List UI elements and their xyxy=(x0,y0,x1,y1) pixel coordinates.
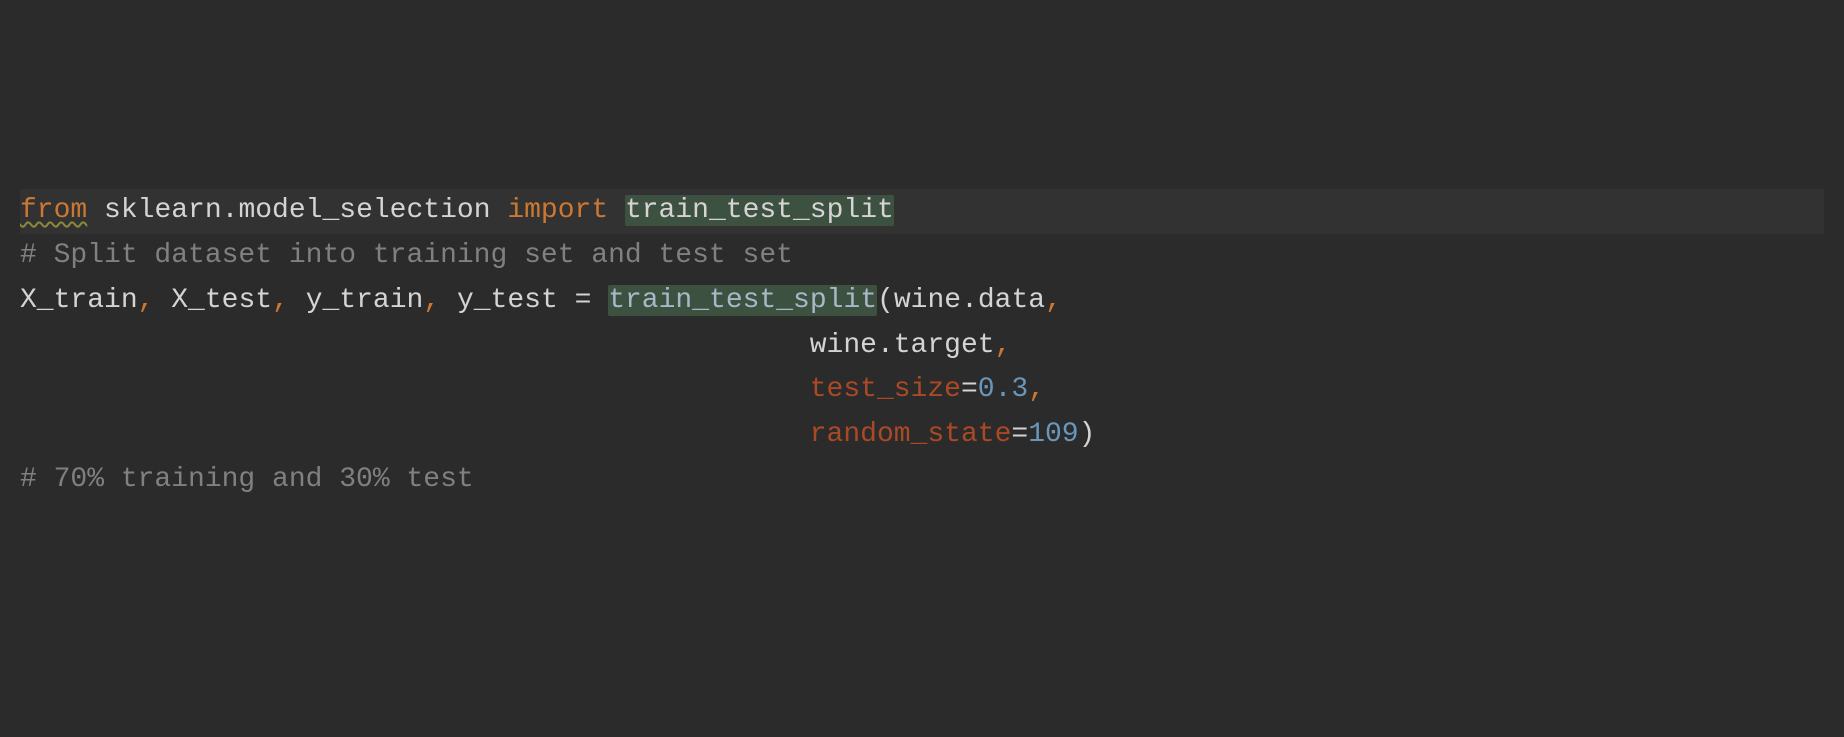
imported-symbol: train_test_split xyxy=(625,195,894,226)
variable: y_train xyxy=(306,285,424,316)
keyword-import: import xyxy=(507,195,608,226)
code-line-1[interactable]: from sklearn.model_selection import trai… xyxy=(20,189,1824,234)
code-line-7[interactable]: # 70% training and 30% test xyxy=(20,458,1824,503)
comma: , xyxy=(423,285,440,316)
argument: wine.data xyxy=(894,285,1045,316)
code-line-2[interactable]: # Split dataset into training set and te… xyxy=(20,234,1824,279)
kwarg-name: random_state xyxy=(810,419,1012,450)
close-paren: ) xyxy=(1079,419,1096,450)
equals: = xyxy=(1011,419,1028,450)
code-line-3[interactable]: X_train, X_test, y_train, y_test = train… xyxy=(20,279,1824,324)
keyword-from: from xyxy=(20,195,87,226)
code-line-6[interactable]: random_state=109) xyxy=(20,413,1824,458)
indent xyxy=(20,374,810,405)
kwarg-name: test_size xyxy=(810,374,961,405)
indent xyxy=(20,330,810,361)
space xyxy=(440,285,457,316)
variable: X_train xyxy=(20,285,138,316)
space xyxy=(154,285,171,316)
open-paren: ( xyxy=(877,285,894,316)
number-literal: 109 xyxy=(1028,419,1078,450)
code-editor[interactable]: from sklearn.model_selection import trai… xyxy=(0,179,1844,513)
comment: # 70% training and 30% test xyxy=(20,464,474,495)
comma: , xyxy=(138,285,155,316)
equals: = xyxy=(961,374,978,405)
space xyxy=(289,285,306,316)
code-line-4[interactable]: wine.target, xyxy=(20,324,1824,369)
code-line-5[interactable]: test_size=0.3, xyxy=(20,368,1824,413)
comma: , xyxy=(1045,285,1062,316)
comma: , xyxy=(1028,374,1045,405)
comma: , xyxy=(272,285,289,316)
equals: = xyxy=(558,285,608,316)
comment: # Split dataset into training set and te… xyxy=(20,240,793,271)
variable: y_test xyxy=(457,285,558,316)
function-call: train_test_split xyxy=(608,285,877,316)
variable: X_test xyxy=(171,285,272,316)
indent xyxy=(20,419,810,450)
module-path: sklearn.model_selection xyxy=(104,195,490,226)
comma: , xyxy=(995,330,1012,361)
number-literal: 0.3 xyxy=(978,374,1028,405)
argument: wine.target xyxy=(810,330,995,361)
